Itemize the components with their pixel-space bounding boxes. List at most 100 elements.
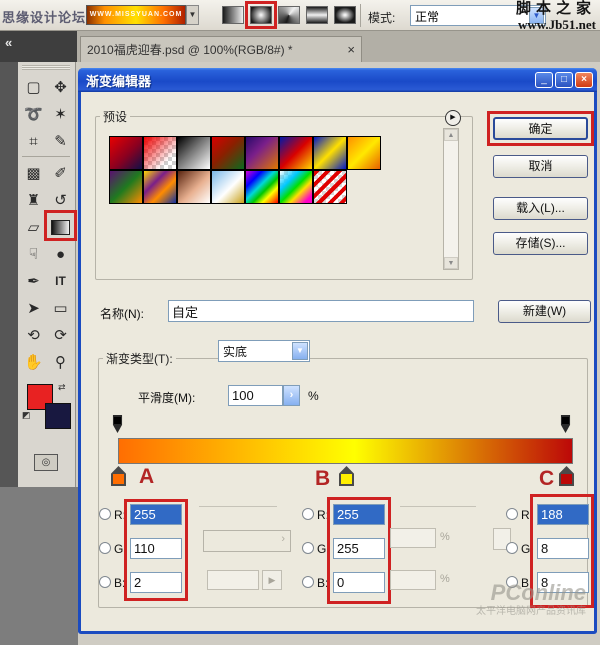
- r-value-a[interactable]: [130, 504, 182, 525]
- brush-tool[interactable]: ✐: [47, 160, 74, 186]
- shape-tool[interactable]: ▭: [47, 295, 74, 321]
- magic-wand-icon: ✶: [54, 105, 67, 123]
- preset-swatch[interactable]: [245, 136, 279, 170]
- tab-close-icon[interactable]: ×: [341, 42, 355, 57]
- pconline-watermark: PConline 太平洋电脑网产品资讯库: [426, 580, 586, 618]
- preset-swatch[interactable]: [347, 136, 381, 170]
- pen-tool[interactable]: ✒: [20, 268, 47, 294]
- close-icon[interactable]: ×: [575, 72, 593, 88]
- eraser-tool[interactable]: ▱: [20, 214, 47, 240]
- preset-swatch[interactable]: [279, 170, 313, 204]
- patch-tool[interactable]: ▩: [20, 160, 47, 186]
- preset-swatch[interactable]: [313, 170, 347, 204]
- options-divider: [360, 4, 361, 27]
- preset-swatch[interactable]: [109, 170, 143, 204]
- minimize-icon[interactable]: _: [535, 72, 553, 88]
- clone-stamp-tool[interactable]: ♜: [20, 187, 47, 213]
- r-label-c: R:: [521, 508, 533, 522]
- radio-g-c[interactable]: [506, 542, 518, 554]
- scroll-up-icon[interactable]: ▲: [444, 129, 458, 141]
- b-value-b[interactable]: [333, 572, 385, 593]
- gradient-preview-button[interactable]: WWW.MISSYUAN.COM: [86, 5, 186, 25]
- b-value-a[interactable]: [130, 572, 182, 593]
- gradient-picker-arrow-icon[interactable]: ▼: [186, 5, 199, 25]
- orbit-3d-icon: ⟳: [54, 326, 67, 344]
- toolbox-collapse-header[interactable]: «: [0, 31, 77, 62]
- new-button[interactable]: 新建(W): [498, 300, 591, 323]
- eyedropper-tool[interactable]: ✎: [47, 128, 74, 154]
- radio-r-b[interactable]: [302, 508, 314, 520]
- orbit-3d-tool[interactable]: ⟳: [47, 322, 74, 348]
- lasso-tool[interactable]: ➰: [20, 101, 47, 127]
- radio-g-b[interactable]: [302, 542, 314, 554]
- crop-tool[interactable]: ⌗: [20, 128, 47, 154]
- preset-swatch[interactable]: [143, 170, 177, 204]
- preset-swatch[interactable]: [313, 136, 347, 170]
- radio-r-c[interactable]: [506, 508, 518, 520]
- smudge-tool[interactable]: ☟: [20, 241, 47, 267]
- scroll-down-icon[interactable]: ▼: [444, 257, 458, 269]
- load-button[interactable]: 载入(L)...: [493, 197, 588, 220]
- annotation-label-c: C: [539, 467, 554, 491]
- rotate-3d-tool[interactable]: ⟲: [20, 322, 47, 348]
- radio-g-a[interactable]: [99, 542, 111, 554]
- quick-mask-button[interactable]: ◎: [34, 454, 58, 471]
- marquee-icon: ▢: [26, 78, 40, 96]
- background-color-swatch[interactable]: [45, 403, 71, 429]
- zoom-tool[interactable]: ⚲: [47, 349, 74, 375]
- path-select-tool[interactable]: ➤: [20, 295, 47, 321]
- default-colors-icon[interactable]: ◩: [22, 410, 31, 421]
- gradient-type-select[interactable]: 实底 ▼: [218, 340, 310, 362]
- g-value-a[interactable]: [130, 538, 182, 559]
- smoothness-input[interactable]: [228, 385, 283, 406]
- eyedropper-icon: ✎: [54, 132, 67, 150]
- g-value-b[interactable]: [333, 538, 385, 559]
- preset-swatch[interactable]: [279, 136, 313, 170]
- mode-label: 模式:: [368, 9, 395, 26]
- preset-swatch[interactable]: [109, 136, 143, 170]
- diamond-gradient-button[interactable]: [334, 6, 356, 24]
- hand-tool[interactable]: ✋: [20, 349, 47, 375]
- hand-icon: ✋: [24, 353, 43, 371]
- pen-icon: ✒: [27, 272, 40, 290]
- preset-swatch[interactable]: [211, 136, 245, 170]
- preset-swatch[interactable]: [177, 170, 211, 204]
- gradient-tool[interactable]: [47, 214, 74, 240]
- swap-colors-icon[interactable]: ⇄: [58, 382, 66, 393]
- smoothness-dropdown-icon[interactable]: ›: [283, 385, 300, 406]
- move-tool[interactable]: ✥: [47, 74, 74, 100]
- corner-watermark: 脚本之家 www.Jb51.net: [448, 1, 596, 32]
- radial-gradient-button[interactable]: [250, 6, 272, 24]
- preset-swatch[interactable]: [177, 136, 211, 170]
- r-value-b[interactable]: [333, 504, 385, 525]
- annotation-label-b: B: [315, 467, 330, 491]
- ok-button[interactable]: 确定: [493, 117, 588, 140]
- preset-menu-arrow-icon[interactable]: ▶: [445, 110, 461, 126]
- reflected-gradient-button[interactable]: [306, 6, 328, 24]
- save-button[interactable]: 存储(S)...: [493, 232, 588, 255]
- rectangular-marquee-tool[interactable]: ▢: [20, 74, 47, 100]
- document-tab[interactable]: 2010福虎迎春.psd @ 100%(RGB/8#) * ×: [80, 36, 362, 62]
- radio-r-a[interactable]: [99, 508, 111, 520]
- radio-b-b[interactable]: [302, 576, 314, 588]
- type-tool[interactable]: IT: [47, 268, 74, 294]
- r-value-c[interactable]: [537, 504, 589, 525]
- dialog-titlebar[interactable]: 渐变编辑器 _ □ ×: [78, 68, 597, 92]
- presets-scrollbar[interactable]: ▲ ▼: [443, 128, 459, 270]
- cancel-button[interactable]: 取消: [493, 155, 588, 178]
- gradient-bar[interactable]: [118, 438, 573, 464]
- toolbox-grip[interactable]: [22, 65, 70, 70]
- maximize-icon[interactable]: □: [555, 72, 573, 88]
- preset-swatch[interactable]: [245, 170, 279, 204]
- history-brush-tool[interactable]: ↺: [47, 187, 74, 213]
- burn-tool[interactable]: ●: [47, 241, 74, 267]
- g-value-c[interactable]: [537, 538, 589, 559]
- angle-gradient-button[interactable]: [278, 6, 300, 24]
- linear-gradient-button[interactable]: [222, 6, 244, 24]
- magic-wand-tool[interactable]: ✶: [47, 101, 74, 127]
- radio-b-a[interactable]: [99, 576, 111, 588]
- preset-swatch[interactable]: [211, 170, 245, 204]
- name-input[interactable]: [168, 300, 474, 322]
- chevron-down-icon[interactable]: ▼: [292, 342, 308, 360]
- preset-swatch[interactable]: [143, 136, 177, 170]
